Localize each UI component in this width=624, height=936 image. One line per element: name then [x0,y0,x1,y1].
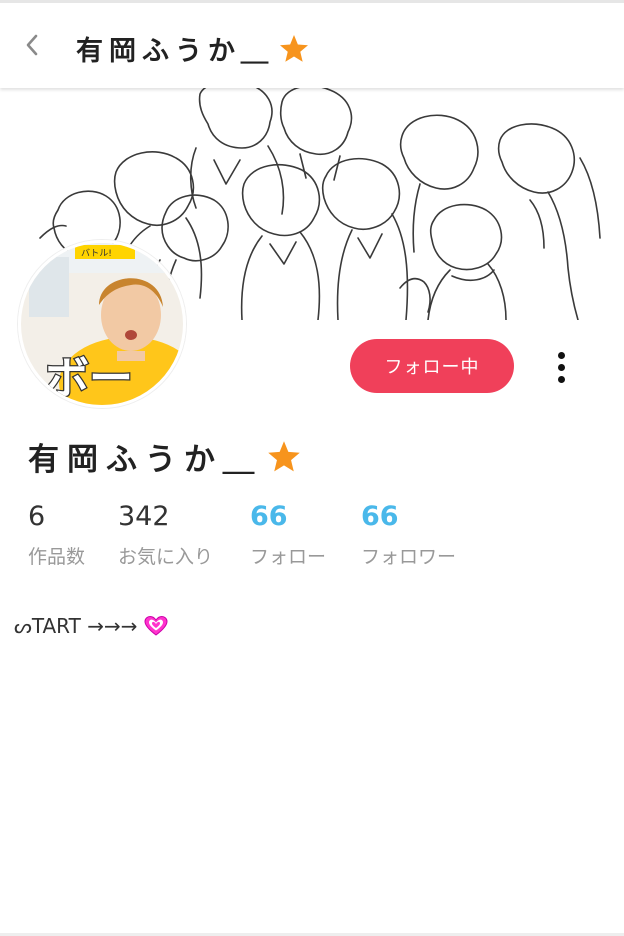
back-button[interactable] [12,25,52,65]
stat-works-value: 6 [28,501,46,532]
star-icon [280,34,308,62]
more-vertical-icon [557,351,565,383]
stat-followers-value: 66 [361,501,399,532]
stat-following-label: フォロー [250,546,327,568]
stat-favorites-label: お気に入り [118,546,214,568]
stat-following[interactable]: 66 フォロー [250,500,326,569]
bio-text: ᔕTART →→→ [14,614,138,638]
star-icon [268,440,300,471]
heart-icon [144,615,168,636]
avatar-small-text: バトル! [81,248,112,259]
page-title: 有岡ふうか＿ [76,29,310,68]
stat-favorites-value: 342 [118,501,170,532]
stat-works[interactable]: 6 作品数 [28,500,85,569]
chevron-left-icon [26,34,38,56]
profile-bio: ᔕTART →→→ [14,614,169,638]
stat-followers[interactable]: 66 フォロワー [361,500,456,569]
stat-followers-label: フォロワー [361,546,457,568]
profile-screen: 有岡ふうか＿ バトル! ボー フォロー中 有岡ふうか＿ 6 作品数 342 お気… [0,0,624,936]
avatar[interactable]: バトル! ボー [18,240,186,408]
stat-following-value: 66 [250,501,288,532]
app-header: 有岡ふうか＿ [0,0,624,88]
more-options-button[interactable] [546,349,576,385]
avatar-caption: ボー [45,353,133,404]
page-title-text: 有岡ふうか＿ [76,36,274,67]
following-button[interactable]: フォロー中 [350,339,514,393]
stat-works-label: 作品数 [28,546,86,568]
display-name: 有岡ふうか＿ [28,434,302,479]
display-name-text: 有岡ふうか＿ [28,442,262,478]
stat-favorites[interactable]: 342 お気に入り [118,500,213,569]
